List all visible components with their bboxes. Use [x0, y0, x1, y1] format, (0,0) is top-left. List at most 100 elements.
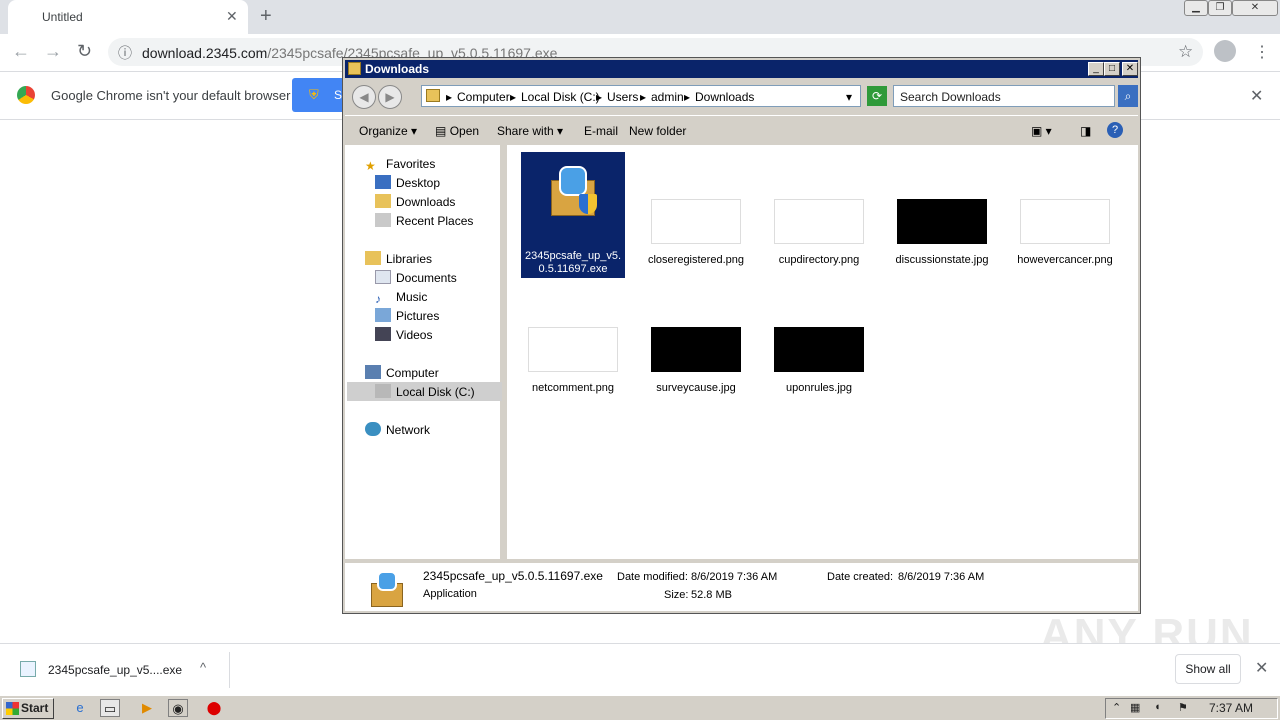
search-icon[interactable]: ⌕ [1118, 85, 1138, 107]
image-thumbnail [774, 199, 864, 244]
file-item[interactable]: howevercancer.png [1013, 199, 1117, 267]
nav-documents[interactable]: Documents [375, 269, 457, 287]
menu-icon[interactable]: ⋮ [1254, 42, 1270, 62]
crumb-sep-icon[interactable]: ▸ [684, 90, 690, 104]
crumb-users[interactable]: Users [607, 90, 638, 104]
share-with-button[interactable]: Share with ▾ [497, 124, 563, 138]
details-pane: 2345pcsafe_up_v5.0.5.11697.exe Applicati… [345, 561, 1138, 611]
nav-libraries[interactable]: Libraries [365, 250, 432, 268]
bookmark-star-icon[interactable]: ☆ [1178, 42, 1193, 62]
file-list: 2345pcsafe_up_v5.0.5.11697.exe closeregi… [507, 145, 1138, 559]
organize-button[interactable]: Organize ▾ [359, 124, 417, 138]
nav-videos[interactable]: Videos [375, 326, 432, 344]
file-name: cupdirectory.png [778, 254, 860, 266]
crumb-sep-icon[interactable]: ▸ [640, 90, 646, 104]
breadcrumb[interactable]: ▸ Computer ▸ Local Disk (C:) ▸ Users ▸ a… [421, 85, 861, 107]
videos-icon [375, 327, 391, 341]
network-tray-icon[interactable]: ▦ [1130, 701, 1140, 714]
nav-local-disk[interactable]: Local Disk (C:) [375, 383, 475, 401]
tab-close-icon[interactable]: ✕ [226, 8, 238, 25]
show-all-button[interactable]: Show all [1175, 654, 1241, 684]
preview-pane-icon[interactable]: ◨ [1080, 124, 1091, 138]
installer-icon [543, 160, 603, 230]
image-thumbnail [1020, 199, 1110, 244]
forward-icon[interactable]: ▶ [378, 85, 402, 109]
file-item[interactable]: closeregistered.png [644, 199, 748, 267]
download-bar-close-icon[interactable]: ✕ [1255, 658, 1268, 678]
tray-expand-icon[interactable]: ⌃ [1112, 701, 1121, 714]
infobar-close-icon[interactable]: ✕ [1250, 86, 1263, 106]
crumb-sep-icon[interactable]: ▸ [510, 90, 516, 104]
info-icon[interactable]: ⓘ [118, 43, 132, 63]
download-item[interactable]: 2345pcsafe_up_v5....exe ^ [10, 652, 230, 688]
crumb-computer[interactable]: Computer [457, 90, 510, 104]
ie-icon[interactable]: e [70, 699, 90, 717]
command-bar: Organize ▾ ▤ Open Share with ▾ E-mail Ne… [345, 115, 1138, 145]
explorer-window: Downloads _ □ ✕ ◀ ▶ ▸ Computer ▸ Local D… [342, 57, 1141, 614]
file-item[interactable]: discussionstate.jpg [890, 199, 994, 267]
help-icon[interactable]: ? [1107, 122, 1123, 138]
file-name: netcomment.png [532, 382, 614, 394]
restore-icon[interactable]: ❐ [1208, 0, 1232, 16]
file-item[interactable]: cupdirectory.png [767, 199, 871, 267]
forward-icon[interactable]: → [44, 41, 62, 62]
email-button[interactable]: E-mail [584, 124, 618, 138]
chevron-up-icon[interactable]: ^ [200, 660, 206, 675]
file-item[interactable]: netcomment.png [521, 327, 625, 395]
file-item[interactable]: uponrules.jpg [767, 327, 871, 395]
start-button[interactable]: Start [2, 698, 54, 719]
chevron-down-icon[interactable]: ▾ [846, 90, 852, 104]
nav-recent-places[interactable]: Recent Places [375, 212, 473, 230]
back-icon[interactable]: ← [12, 41, 30, 62]
computer-icon [365, 365, 381, 379]
profile-avatar-icon[interactable] [1214, 40, 1236, 62]
reload-icon[interactable]: ↻ [77, 41, 92, 62]
crumb-sep-icon[interactable]: ▸ [596, 90, 602, 104]
back-icon[interactable]: ◀ [352, 85, 376, 109]
crumb-sep-icon[interactable]: ▸ [446, 90, 452, 104]
music-icon: ♪ [375, 292, 381, 306]
refresh-icon[interactable]: ⟳ [867, 86, 887, 106]
navigation-pane: ★ Favorites Desktop Downloads Recent Plac… [345, 145, 503, 559]
view-icon[interactable]: ▣ ▾ [1031, 124, 1052, 138]
flag-icon[interactable]: ⚑ [1178, 701, 1188, 714]
file-name: closeregistered.png [647, 254, 744, 266]
crumb-admin[interactable]: admin [651, 90, 684, 104]
search-input[interactable]: Search Downloads [893, 85, 1115, 107]
open-button[interactable]: ▤ Open [435, 124, 479, 138]
tab-untitled[interactable]: Untitled ✕ [8, 0, 248, 34]
image-thumbnail [774, 327, 864, 372]
nav-network[interactable]: Network [365, 421, 430, 439]
crumb-downloads[interactable]: Downloads [695, 90, 754, 104]
close-icon[interactable]: ✕ [1122, 62, 1138, 76]
nav-favorites[interactable]: ★ Favorites [365, 155, 435, 173]
chrome-taskbar-icon[interactable]: ◉ [168, 699, 188, 717]
taskbar: Start e ▭ ▶ ◉ ⬤ ⌃ ▦ ◖ ⚑ 7:37 AM [0, 695, 1280, 720]
media-player-icon[interactable]: ▶ [137, 699, 157, 717]
nav-pictures[interactable]: Pictures [375, 307, 439, 325]
close-window-icon[interactable]: ✕ [1232, 0, 1278, 16]
disk-icon [375, 384, 391, 398]
nav-desktop[interactable]: Desktop [375, 174, 440, 192]
window-title: Downloads [365, 62, 430, 76]
minimize-icon[interactable]: ▁ [1184, 0, 1208, 16]
image-thumbnail [897, 199, 987, 244]
nav-downloads[interactable]: Downloads [375, 193, 455, 211]
explorer-titlebar[interactable]: Downloads _ □ ✕ [345, 60, 1138, 78]
file-item[interactable]: surveycause.jpg [644, 327, 748, 395]
antivirus-icon[interactable]: ⬤ [204, 699, 224, 717]
address-row: ◀ ▶ ▸ Computer ▸ Local Disk (C:) ▸ Users… [345, 80, 1138, 112]
download-filename: 2345pcsafe_up_v5....exe [48, 663, 183, 677]
explorer-taskbar-icon[interactable]: ▭ [100, 699, 120, 717]
installer-icon [367, 569, 407, 609]
crumb-local-disk[interactable]: Local Disk (C:) [521, 90, 600, 104]
new-folder-button[interactable]: New folder [629, 124, 686, 138]
minimize-icon[interactable]: _ [1088, 62, 1104, 76]
volume-icon[interactable]: ◖ [1154, 701, 1161, 713]
maximize-icon[interactable]: □ [1104, 62, 1120, 76]
detail-filename: 2345pcsafe_up_v5.0.5.11697.exe [423, 569, 603, 583]
nav-music[interactable]: ♪ Music [375, 288, 427, 306]
nav-computer[interactable]: Computer [365, 364, 439, 382]
file-item[interactable]: 2345pcsafe_up_v5.0.5.11697.exe [521, 152, 625, 278]
new-tab-icon[interactable]: + [260, 5, 272, 28]
